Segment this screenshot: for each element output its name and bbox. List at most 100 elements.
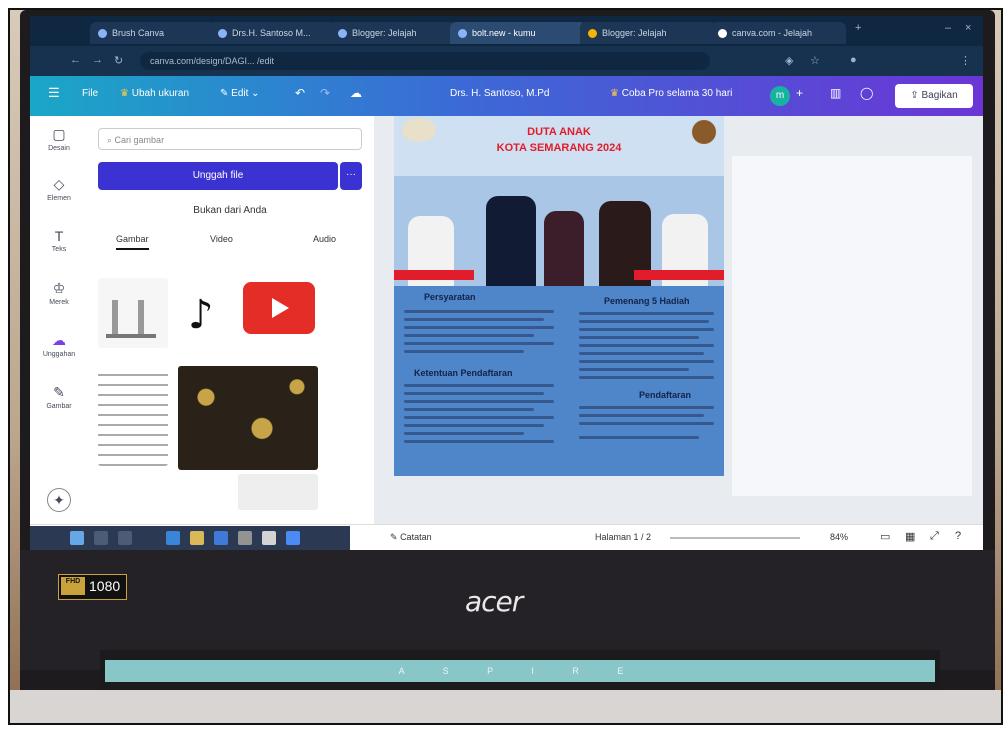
- upload-file-button[interactable]: Unggah file: [98, 162, 338, 190]
- profile-icon[interactable]: ●: [850, 54, 857, 66]
- page-indicator[interactable]: Halaman 1 / 2: [595, 532, 651, 542]
- close-icon[interactable]: ×: [965, 22, 971, 34]
- analytics-icon[interactable]: ▥: [830, 86, 841, 100]
- add-collaborator-icon[interactable]: +: [796, 86, 803, 100]
- edit-button[interactable]: ✎ Edit ⌄: [220, 88, 260, 99]
- crown-icon: ♛: [610, 88, 619, 99]
- pages-view-icon[interactable]: ▭: [880, 530, 890, 543]
- app-icon[interactable]: [238, 531, 252, 545]
- poster-page[interactable]: DUTA ANAK KOTA SEMARANG 2024 Persyaratan…: [394, 116, 724, 476]
- app-icon[interactable]: [286, 531, 300, 545]
- rail-item-design[interactable]: ▢ Desain: [30, 126, 88, 152]
- redo-icon[interactable]: ↷: [320, 86, 330, 100]
- zoom-level[interactable]: 84%: [830, 532, 848, 542]
- text-line: [404, 318, 544, 321]
- url-field[interactable]: canva.com/design/DAGI... /edit: [140, 52, 710, 70]
- upload-thumbnail[interactable]: [98, 366, 168, 466]
- not-from-you-button[interactable]: Bukan dari Anda: [98, 200, 362, 222]
- browser-menu-icon[interactable]: ⋮: [960, 54, 971, 67]
- chrome-icon[interactable]: [262, 531, 276, 545]
- new-tab-icon[interactable]: +: [855, 22, 861, 34]
- document-title[interactable]: Drs. H. Santoso, M.Pd: [450, 88, 549, 99]
- text-line: [404, 326, 554, 329]
- tab-label: Drs.H. Santoso M...: [232, 28, 311, 38]
- text-icon: T: [54, 228, 64, 244]
- search-icon[interactable]: [94, 531, 108, 545]
- file-explorer-icon[interactable]: [190, 531, 204, 545]
- reload-icon[interactable]: ↻: [114, 54, 123, 67]
- minimize-icon[interactable]: –: [945, 22, 951, 34]
- browser-tab[interactable]: canva.com - Jelajah: [710, 22, 846, 44]
- browser-tab[interactable]: Blogger: Jelajah: [580, 22, 716, 44]
- start-icon[interactable]: [70, 531, 84, 545]
- upload-thumbnail[interactable]: [178, 366, 318, 470]
- edge-icon[interactable]: [166, 531, 180, 545]
- uploads-grid: ♪: [98, 266, 362, 516]
- canva-toolbar: ☰ File ♛ Ubah ukuran ✎ Edit ⌄ ↶ ↷ ☁ Drs.…: [30, 76, 983, 116]
- person-figure: [544, 211, 584, 286]
- share-button[interactable]: ⇪ Bagikan: [895, 84, 973, 108]
- tab-label: Blogger: Jelajah: [602, 28, 667, 38]
- pencil-icon: ✎: [220, 88, 229, 99]
- upload-thumbnail[interactable]: [243, 282, 315, 334]
- notes-button[interactable]: ✎ Catatan: [390, 532, 432, 543]
- resize-button[interactable]: ♛ Ubah ukuran: [120, 88, 189, 99]
- search-placeholder: Cari gambar: [114, 135, 165, 145]
- upload-more-button[interactable]: ···: [340, 162, 362, 190]
- help-icon[interactable]: ?: [955, 530, 961, 542]
- text-line: [579, 422, 714, 425]
- comment-icon[interactable]: ◯: [860, 86, 873, 100]
- rail-item-text[interactable]: T Teks: [30, 228, 88, 253]
- extensions-icon[interactable]: ◈: [785, 54, 793, 67]
- fhd-badge: FHD: [61, 577, 85, 595]
- text-line: [404, 408, 534, 411]
- search-input[interactable]: ⌕ Cari gambar: [98, 128, 362, 150]
- tab-video[interactable]: Video: [210, 234, 233, 244]
- tab-favicon-icon: [718, 29, 727, 39]
- cloud-save-icon[interactable]: ☁: [350, 86, 362, 100]
- rail-item-apps[interactable]: ✦: [30, 488, 88, 512]
- rail-item-elements[interactable]: ◇ Elemen: [30, 176, 88, 202]
- app-icon[interactable]: [214, 531, 228, 545]
- tab-audio[interactable]: Audio: [313, 234, 336, 244]
- resize-label: Ubah ukuran: [131, 88, 190, 99]
- task-view-icon[interactable]: [118, 531, 132, 545]
- zoom-slider[interactable]: [670, 537, 800, 539]
- try-pro-button[interactable]: ♛ Coba Pro selama 30 hari: [610, 88, 732, 99]
- tiktok-icon: ♪: [188, 292, 214, 338]
- avatar[interactable]: m: [770, 86, 790, 106]
- tab-favicon-icon: [588, 29, 597, 39]
- bookmark-star-icon[interactable]: ☆: [810, 54, 820, 67]
- tab-images[interactable]: Gambar: [116, 234, 149, 250]
- rail-label: Teks: [51, 246, 67, 253]
- menu-icon[interactable]: ☰: [48, 85, 60, 101]
- text-line: [579, 376, 714, 379]
- sparkle-icon: ✦: [47, 488, 71, 512]
- grid-view-icon[interactable]: ▦: [905, 530, 915, 543]
- undo-icon[interactable]: ↶: [295, 86, 305, 100]
- tab-label: canva.com - Jelajah: [732, 28, 813, 38]
- edit-label: Edit: [231, 88, 249, 99]
- forward-icon[interactable]: →: [92, 54, 103, 66]
- laptop: Brush Canva Drs.H. Santoso M... Blogger:…: [20, 10, 995, 723]
- browser-tab-active[interactable]: bolt.new - kumu: [450, 22, 586, 44]
- browser-tab[interactable]: Drs.H. Santoso M...: [210, 22, 336, 44]
- upload-icon: ☁: [52, 332, 66, 348]
- upload-thumbnail[interactable]: [98, 278, 168, 348]
- file-menu[interactable]: File: [82, 88, 98, 99]
- rail-item-brand[interactable]: ♔ Merek: [30, 280, 88, 306]
- browser-tab[interactable]: Blogger: Jelajah: [330, 22, 456, 44]
- rail-item-draw[interactable]: ✎ Gambar: [30, 384, 88, 410]
- text-line: [404, 440, 554, 443]
- upload-thumbnail[interactable]: ♪: [178, 278, 238, 348]
- text-line: [579, 414, 704, 417]
- brand-icon: ♔: [52, 280, 66, 296]
- share-icon: ⇪: [910, 90, 919, 101]
- fullscreen-icon[interactable]: ⤢: [930, 530, 939, 543]
- browser-tab-strip: Brush Canva Drs.H. Santoso M... Blogger:…: [30, 16, 983, 46]
- browser-tab[interactable]: Brush Canva: [90, 22, 216, 44]
- rail-item-uploads[interactable]: ☁ Unggahan: [30, 332, 88, 358]
- back-icon[interactable]: ←: [70, 54, 81, 66]
- upload-thumbnail[interactable]: [238, 474, 318, 510]
- building-icon: [106, 300, 156, 338]
